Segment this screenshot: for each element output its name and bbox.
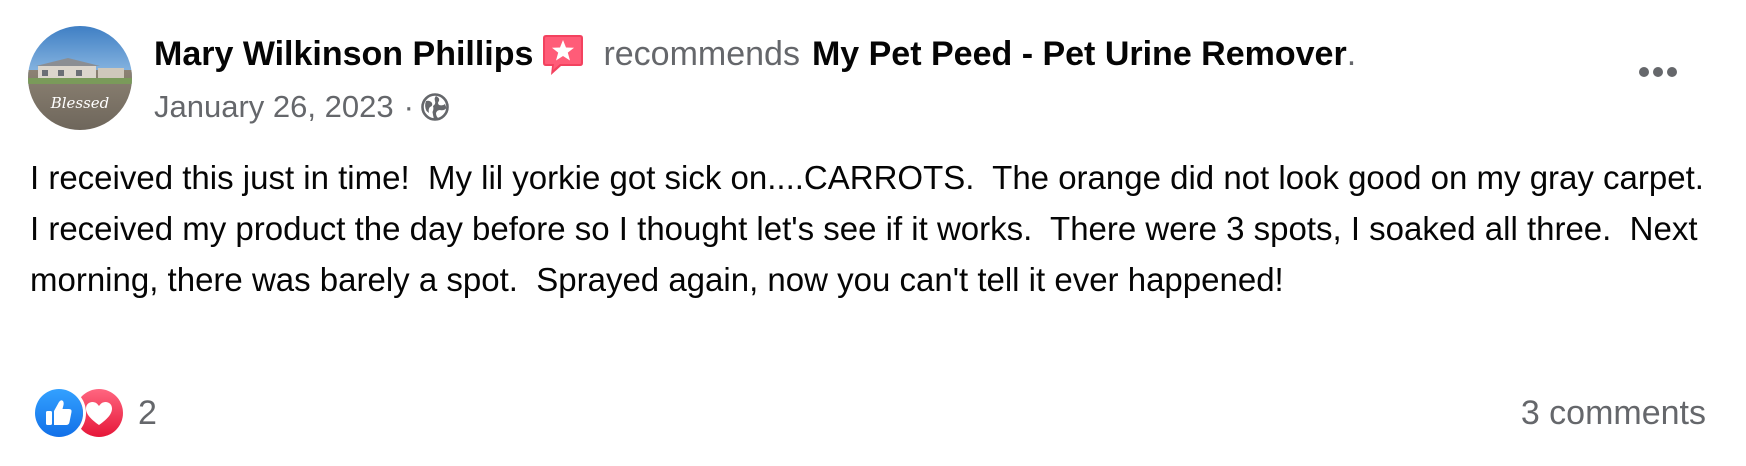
author-avatar[interactable]: Blessed xyxy=(28,26,132,130)
header-period: . xyxy=(1346,35,1357,73)
post-header: Mary Wilkinson Phillips recommends My Pe… xyxy=(154,28,1356,80)
post-date-link[interactable]: January 26, 2023 xyxy=(154,89,394,125)
review-post-card: Blessed Mary Wilkinson Phillips recommen… xyxy=(0,0,1746,466)
comments-count-link[interactable]: 3 comments xyxy=(1521,388,1706,438)
reaction-count: 2 xyxy=(138,393,157,432)
post-meta: January 26, 2023 · xyxy=(154,84,450,130)
more-options-button[interactable] xyxy=(1628,50,1688,94)
star-badge-icon xyxy=(541,33,585,79)
avatar-caption: Blessed xyxy=(50,94,110,112)
globe-icon[interactable] xyxy=(420,92,450,122)
like-icon xyxy=(32,386,86,440)
more-horizontal-icon xyxy=(1639,67,1677,77)
page-name-link[interactable]: My Pet Peed - Pet Urine Remover xyxy=(812,28,1347,80)
author-name-link[interactable]: Mary Wilkinson Phillips xyxy=(154,28,533,80)
recommends-label: recommends xyxy=(603,35,800,73)
post-body-text: I received this just in time! My lil yor… xyxy=(30,159,1723,298)
reactions-summary[interactable]: 2 xyxy=(32,386,157,440)
meta-separator: · xyxy=(403,89,414,124)
avatar-image: Blessed xyxy=(28,26,132,130)
